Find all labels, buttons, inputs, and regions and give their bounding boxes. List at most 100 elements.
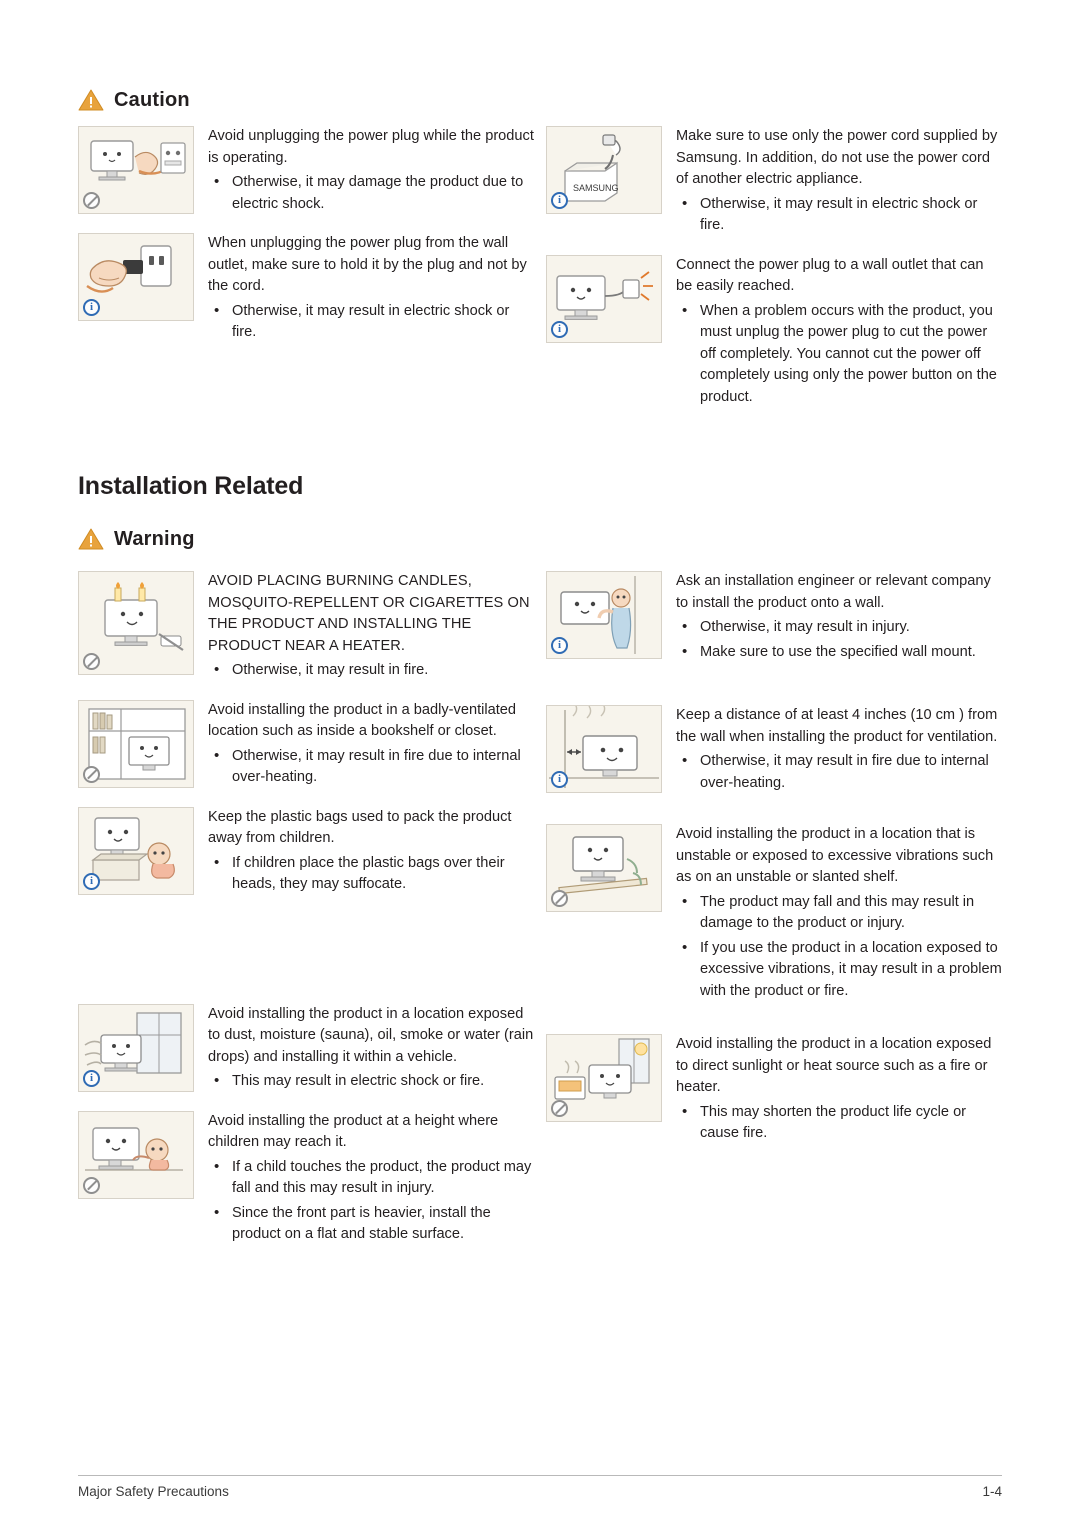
warning-left-column: AVOID PLACING BURNING CANDLES, MOSQUITO-… [78,571,534,1256]
warning-item-3: Avoid installing the product in a badly-… [78,699,534,789]
bookshelf-ventilation-icon [78,699,194,788]
warning-label: Warning [114,527,195,550]
warning-item-4-bullets: Otherwise, it may result in fire due to … [676,750,1002,794]
info-badge: i [551,320,568,338]
plastic-bag-child-icon: i [78,806,194,895]
warning-item-1-bullets: Otherwise, it may result in fire. [208,659,534,682]
warning-item-9-bullets: If a child touches the product, the prod… [208,1156,534,1246]
caution-item-3-text: When unplugging the power plug from the … [194,233,534,344]
caution-item-3-bullets: Otherwise, it may result in electric sho… [208,300,534,344]
bullet: Since the front part is heavier, install… [208,1202,534,1246]
caution-item-2-text: Make sure to use only the power cord sup… [662,126,1002,237]
warning-item-8-body: Avoid installing the product in a locati… [676,1036,992,1095]
info-badge: i [551,637,568,654]
warning-item-9: Avoid installing the product at a height… [78,1110,534,1246]
prohibit-badge [83,192,100,209]
caution-item-2-bullets: Otherwise, it may result in electric sho… [676,193,1002,237]
bullet: Otherwise, it may result in injury. [676,616,1002,639]
page-title: Installation Related [78,472,304,500]
warning-heading: Warning [78,527,1002,551]
caution-label: Caution [114,88,190,111]
bullet: Otherwise, it may result in electric sho… [208,300,534,344]
bullet: This may result in electric shock or fir… [208,1070,534,1093]
hand-pull-plug-icon: i [78,233,194,321]
candle-cigarette-heater-icon [78,571,194,675]
bullet: If children place the plastic bags over … [208,852,534,896]
bullet: If you use the product in a location exp… [676,937,1002,1003]
caution-item-1-text: Avoid unplugging the power plug while th… [194,126,534,215]
warning-item-5-text: Keep the plastic bags used to pack the p… [194,807,534,896]
bullet: Otherwise, it may result in fire due to … [676,750,1002,794]
footer-left-label: Major Safety Precautions [78,1484,229,1499]
bullet: Otherwise, it may result in electric sho… [676,193,1002,237]
caution-grid: Avoid unplugging the power plug while th… [78,126,1002,418]
warning-item-3-text: Avoid installing the product in a badly-… [194,700,534,789]
warning-item-7: i Avoid installing the product in a loca… [78,1003,534,1093]
warning-item-6-body: Avoid installing the product in a locati… [676,826,994,885]
warning-item-6-bullets: The product may fall and this may result… [676,891,1002,1003]
warning-triangle-icon [78,527,104,551]
bullet: When a problem occurs with the product, … [676,300,1002,409]
dust-moisture-vehicle-icon: i [78,1003,194,1092]
prohibit-badge [83,765,100,783]
caution-heading: Caution [78,0,1002,112]
prohibit-badge [551,1100,568,1117]
bullet: Otherwise, it may result in fire. [208,659,534,682]
info-badge: i [551,192,568,209]
footer-page-number: 1-4 [982,1484,1002,1499]
caution-item-4-text: Connect the power plug to a wall outlet … [662,255,1002,409]
warning-item-7-body: Avoid installing the product in a locati… [208,1005,534,1065]
warning-item-2-bullets: Otherwise, it may result in injury. Make… [676,616,1002,664]
caution-item-4-bullets: When a problem occurs with the product, … [676,300,1002,409]
warning-item-3-bullets: Otherwise, it may result in fire due to … [208,745,534,789]
monitor-unplug-icon [78,126,194,214]
warning-triangle-icon [78,88,104,112]
warning-item-8-text: Avoid installing the product in a locati… [662,1034,1002,1145]
info-badge: i [551,771,568,788]
caution-item-4: i Connect the power plug to a wall outle… [546,254,1002,409]
sunlight-heat-source-icon [546,1034,662,1122]
prohibit-badge [83,1176,100,1194]
bullet: The product may fall and this may result… [676,891,1002,935]
warning-item-5: i Keep the plastic bags used to pack the… [78,806,534,896]
warning-item-5-body: Keep the plastic bags used to pack the p… [208,808,512,847]
wall-distance-icon: i [546,705,662,793]
caution-item-2-body: Make sure to use only the power cord sup… [676,128,998,187]
caution-item-1-body: Avoid unplugging the power plug while th… [208,128,534,166]
warning-grid: AVOID PLACING BURNING CANDLES, MOSQUITO-… [78,571,1002,1256]
warning-item-2: i Ask an installation engineer or releva… [546,571,1002,663]
caution-item-1-bullets: Otherwise, it may damage the product due… [208,171,534,215]
warning-item-7-text: Avoid installing the product in a locati… [194,1004,534,1093]
caution-item-4-body: Connect the power plug to a wall outlet … [676,256,984,295]
caution-item-1: Avoid unplugging the power plug while th… [78,126,534,215]
bullet: Otherwise, it may damage the product due… [208,171,534,215]
warning-item-9-text: Avoid installing the product at a height… [194,1111,534,1246]
warning-right-column: i Ask an installation engineer or releva… [546,571,1002,1256]
warning-item-3-body: Avoid installing the product in a badly-… [208,701,517,740]
child-reach-height-icon [78,1110,194,1199]
caution-item-3: i When unplugging the power plug from th… [78,233,534,344]
bullet: Make sure to use the specified wall moun… [676,641,1002,664]
document-page: Caution Avoid unplugging the power plug … [0,0,1080,1527]
warning-item-4: i Keep a distance of at least 4 inches (… [546,705,1002,794]
warning-item-6: Avoid installing the product in a locati… [546,824,1002,1002]
warning-item-8-bullets: This may shorten the product life cycle … [676,1101,1002,1145]
info-badge: i [83,1069,100,1087]
warning-item-4-text: Keep a distance of at least 4 inches (10… [662,705,1002,794]
warning-item-2-text: Ask an installation engineer or relevant… [662,571,1002,663]
warning-item-9-body: Avoid installing the product at a height… [208,1112,499,1151]
unstable-shelf-icon [546,824,662,912]
warning-item-1-body: AVOID PLACING BURNING CANDLES, MOSQUITO-… [208,573,530,654]
svg-text:SAMSUNG: SAMSUNG [573,183,619,193]
warning-item-7-bullets: This may result in electric shock or fir… [208,1070,534,1093]
caution-item-2: SAMSUNG i Make sure to use only the powe… [546,126,1002,237]
monitor-wall-outlet-icon: i [546,254,662,343]
warning-item-6-text: Avoid installing the product in a locati… [662,824,1002,1002]
warning-item-5-bullets: If children place the plastic bags over … [208,852,534,896]
prohibit-badge [83,653,100,670]
bullet: Otherwise, it may result in fire due to … [208,745,534,789]
caution-left-column: Avoid unplugging the power plug while th… [78,126,534,418]
warning-item-2-body: Ask an installation engineer or relevant… [676,573,991,611]
wall-mount-install-icon: i [546,571,662,659]
caution-item-3-body: When unplugging the power plug from the … [208,235,527,294]
